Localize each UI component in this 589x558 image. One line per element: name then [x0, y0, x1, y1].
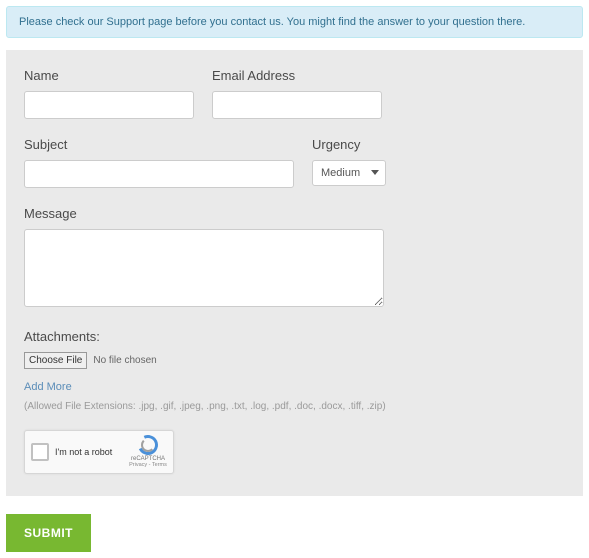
message-textarea[interactable] [24, 229, 384, 307]
attachments-heading: Attachments: [24, 329, 565, 344]
allowed-extensions-hint: (Allowed File Extensions: .jpg, .gif, .j… [24, 401, 565, 412]
info-alert: Please check our Support page before you… [6, 6, 583, 38]
add-more-link[interactable]: Add More [24, 381, 72, 393]
urgency-label: Urgency [312, 137, 386, 152]
recaptcha-icon [138, 435, 158, 455]
name-input[interactable] [24, 91, 194, 119]
urgency-field-group: Urgency Medium [312, 137, 386, 188]
file-row: Choose File No file chosen [24, 352, 565, 369]
name-label: Name [24, 68, 194, 83]
subject-label: Subject [24, 137, 294, 152]
subject-input[interactable] [24, 160, 294, 188]
submit-button[interactable]: SUBMIT [6, 514, 91, 552]
email-label: Email Address [212, 68, 382, 83]
subject-field-group: Subject [24, 137, 294, 188]
recaptcha-label: I'm not a robot [55, 447, 112, 457]
recaptcha-terms[interactable]: Privacy - Terms [129, 462, 167, 469]
file-status: No file chosen [93, 355, 156, 366]
message-field-group: Message [24, 206, 565, 307]
choose-file-button[interactable]: Choose File [24, 352, 87, 369]
urgency-select[interactable]: Medium [312, 160, 386, 186]
email-field-group: Email Address [212, 68, 382, 119]
recaptcha-widget: I'm not a robot reCAPTCHA Privacy - Term… [24, 430, 174, 474]
message-label: Message [24, 206, 565, 221]
recaptcha-checkbox[interactable] [31, 443, 49, 461]
name-field-group: Name [24, 68, 194, 119]
contact-form: Name Email Address Subject Urgency Mediu… [6, 50, 583, 496]
email-input[interactable] [212, 91, 382, 119]
